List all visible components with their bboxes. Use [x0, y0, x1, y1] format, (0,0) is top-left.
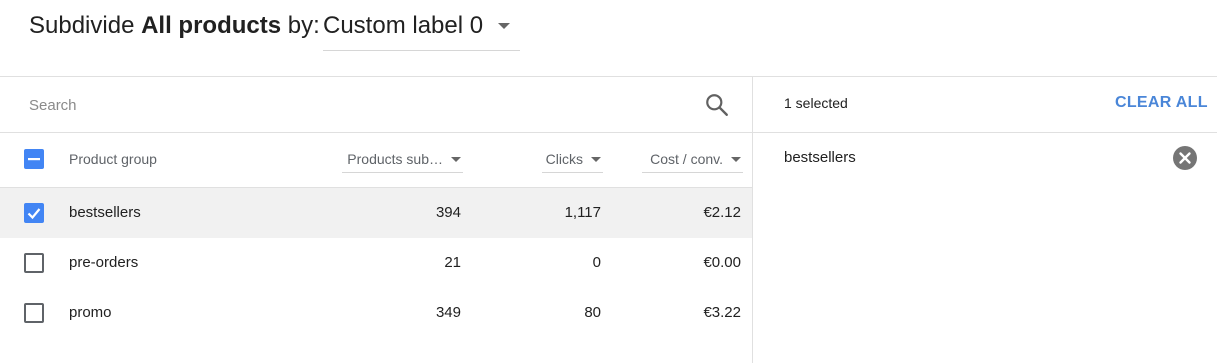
checkmark-icon — [27, 208, 41, 220]
clear-all-button[interactable]: CLEAR ALL — [1115, 94, 1208, 112]
dimension-dropdown[interactable]: Custom label 0 — [323, 10, 520, 51]
column-header-cost-per-conv[interactable]: Cost / conv. — [642, 147, 743, 173]
column-label-clicks: Clicks — [545, 151, 583, 167]
row-checkbox[interactable] — [24, 203, 44, 223]
panel-divider — [752, 76, 753, 363]
row-checkbox[interactable] — [24, 253, 44, 273]
search-icon[interactable] — [704, 92, 730, 118]
sort-caret-icon — [591, 157, 601, 162]
sort-caret-icon — [731, 157, 741, 162]
title-suffix: by: — [287, 12, 320, 39]
products-submitted-value: 394 — [435, 204, 461, 221]
selected-count: 1 selected — [784, 95, 848, 111]
product-group-name: promo — [69, 304, 112, 321]
page-title: Subdivide All products by: — [29, 10, 320, 42]
remove-icon[interactable] — [1172, 145, 1198, 171]
column-header-products-submitted[interactable]: Products sub… — [342, 147, 463, 173]
products-submitted-value: 349 — [435, 304, 461, 321]
select-all-checkbox[interactable] — [24, 149, 44, 169]
table-row[interactable]: bestsellers 394 1,117 €2.12 — [0, 188, 752, 238]
cost-per-conv-value: €0.00 — [703, 254, 741, 271]
cost-per-conv-value: €2.12 — [703, 204, 741, 221]
subdivide-header: Subdivide All products by: Custom label … — [0, 0, 1217, 76]
clicks-value: 0 — [592, 254, 601, 271]
products-submitted-value: 21 — [444, 254, 461, 271]
column-label-products-submitted: Products sub… — [347, 151, 443, 167]
search-bar — [0, 77, 752, 132]
column-header-product-group: Product group — [69, 151, 157, 167]
clicks-value: 1,117 — [564, 204, 601, 221]
product-group-name: bestsellers — [69, 204, 141, 221]
title-prefix: Subdivide — [29, 12, 135, 39]
dimension-value: Custom label 0 — [323, 12, 484, 39]
search-input[interactable] — [29, 93, 669, 117]
sort-caret-icon — [451, 157, 461, 162]
column-label-cost-per-conv: Cost / conv. — [650, 151, 723, 167]
product-group-name: pre-orders — [69, 254, 139, 271]
row-checkbox[interactable] — [24, 303, 44, 323]
table-row[interactable]: promo 349 80 €3.22 — [0, 288, 752, 338]
selected-item-label: bestsellers — [784, 149, 856, 166]
table-row[interactable]: pre-orders 21 0 €0.00 — [0, 238, 752, 288]
table-header: Product group Products sub… Clicks Cost … — [0, 133, 752, 187]
chevron-down-icon — [498, 23, 510, 29]
clicks-value: 80 — [584, 304, 601, 321]
indeterminate-icon — [28, 158, 40, 161]
cost-per-conv-value: €3.22 — [703, 304, 741, 321]
column-header-clicks[interactable]: Clicks — [542, 147, 603, 173]
title-bold: All products — [141, 12, 282, 39]
selection-divider — [753, 132, 1217, 133]
